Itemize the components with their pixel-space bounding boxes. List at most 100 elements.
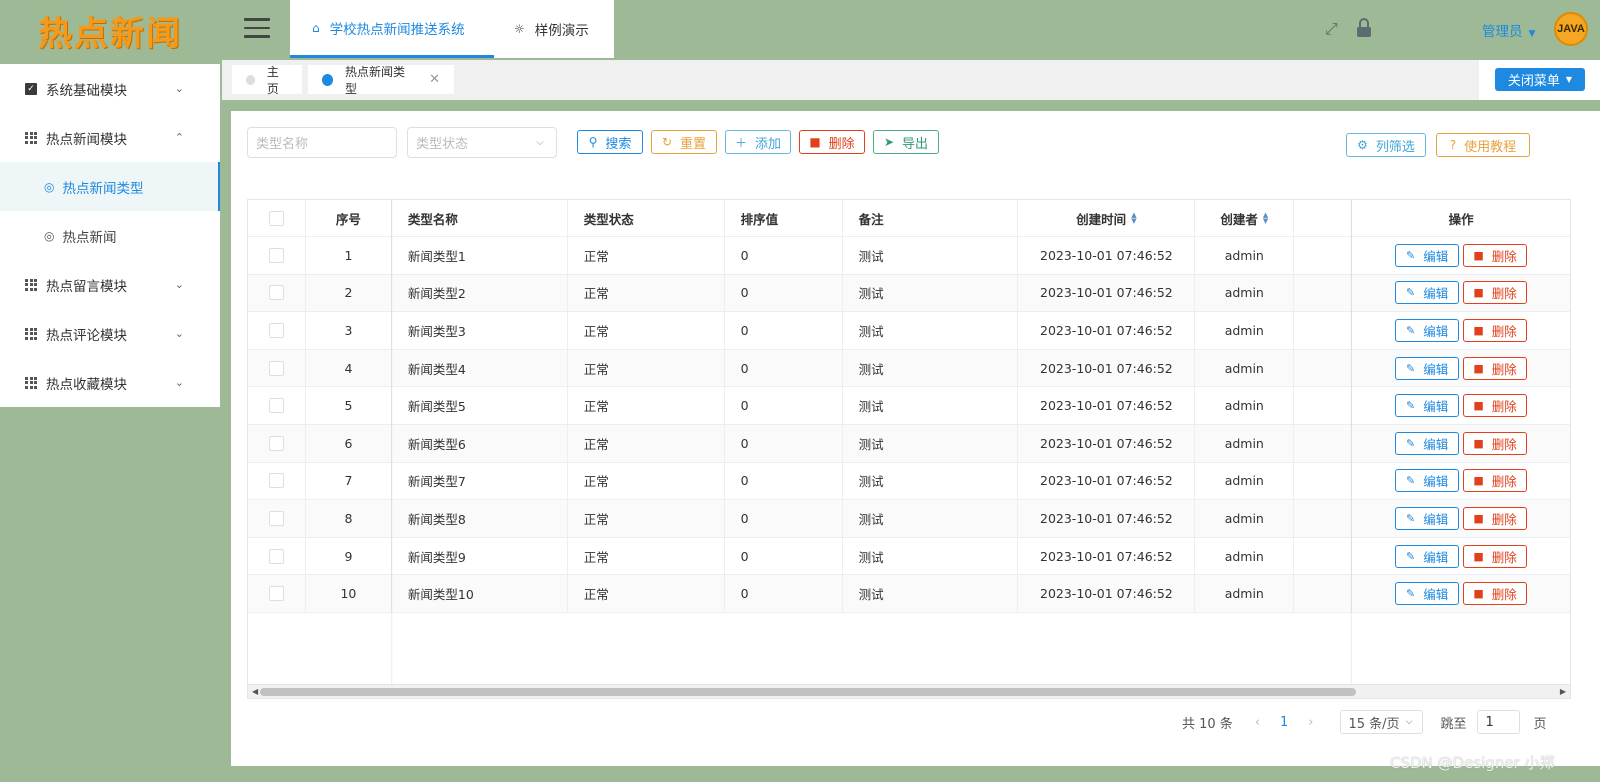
cell-spacer	[1294, 237, 1353, 274]
row-delete-button[interactable]: ■ 删除	[1463, 469, 1528, 493]
edit-button[interactable]: ✎ 编辑	[1395, 281, 1460, 305]
row-delete-button[interactable]: ■ 删除	[1463, 431, 1528, 455]
search-button[interactable]: ⚲ 搜索	[577, 130, 643, 154]
export-button[interactable]: ➤ 导出	[873, 130, 939, 154]
row-delete-button[interactable]: ■ 删除	[1463, 394, 1528, 418]
grid-icon	[24, 327, 38, 341]
tab-demo[interactable]: ☼ 样例演示	[494, 0, 614, 58]
edit-button[interactable]: ✎ 编辑	[1395, 394, 1460, 418]
row-delete-button[interactable]: ■ 删除	[1463, 582, 1528, 606]
edit-button[interactable]: ✎ 编辑	[1395, 582, 1460, 606]
edit-button[interactable]: ✎ 编辑	[1395, 431, 1460, 455]
select-all-checkbox[interactable]	[268, 210, 284, 226]
avatar-text: JAVA	[1557, 23, 1585, 35]
col-index: 序号	[306, 200, 392, 236]
edit-icon: ✎	[1405, 361, 1416, 375]
type-name-input[interactable]: 类型名称	[247, 127, 397, 158]
cell-type-name: 新闻类型7	[392, 462, 568, 500]
chevron-down-icon: ⌵	[1405, 717, 1413, 727]
hamburger-menu-icon[interactable]	[244, 18, 270, 38]
chevron-down-icon: ⌄	[174, 376, 184, 389]
trash-icon: ■	[1473, 399, 1484, 413]
tag-bar: 主页 热点新闻类型 ✕	[222, 60, 1600, 100]
jump-page-value: 1	[1485, 714, 1494, 730]
page-size-select[interactable]: 15 条/页 ⌵	[1339, 710, 1423, 734]
edit-button[interactable]: ✎ 编辑	[1395, 469, 1460, 493]
user-menu[interactable]: 管理员 ▼	[1482, 20, 1535, 40]
sidebar-subitem-news[interactable]: ◎ 热点新闻	[0, 211, 220, 260]
row-delete-button[interactable]: ■ 删除	[1463, 506, 1528, 530]
tutorial-button[interactable]: ? 使用教程	[1436, 133, 1530, 157]
scroll-left-icon[interactable]: ◀	[252, 685, 258, 699]
row-checkbox-cell	[248, 237, 306, 274]
lock-icon[interactable]	[1356, 18, 1372, 38]
cell-index: 6	[306, 424, 392, 462]
cell-spacer	[1294, 462, 1353, 500]
grid-icon	[24, 131, 38, 145]
pagination: 共 10 条 ‹ 1 › 15 条/页 ⌵ 跳至 1 页	[1182, 710, 1547, 734]
sidebar-item-favorite-module[interactable]: 热点收藏模块 ⌄	[0, 358, 220, 407]
row-checkbox[interactable]	[268, 435, 284, 451]
sidebar-item-comment-module[interactable]: 热点评论模块 ⌄	[0, 309, 220, 358]
fullscreen-icon[interactable]: ⤢	[1325, 19, 1343, 38]
type-status-select[interactable]: 类型状态 ⌵	[407, 127, 557, 158]
row-checkbox[interactable]	[268, 247, 284, 263]
cell-creator: admin	[1195, 387, 1295, 424]
row-checkbox-cell	[248, 575, 306, 612]
delete-button[interactable]: ■ 删除	[799, 130, 865, 154]
row-checkbox[interactable]	[268, 398, 284, 414]
next-page-icon[interactable]: ›	[1308, 715, 1313, 730]
type-status-placeholder: 类型状态	[416, 137, 469, 152]
sidebar-subitem-news-type[interactable]: ◎ 热点新闻类型	[0, 162, 220, 211]
scroll-right-icon[interactable]: ▶	[1560, 685, 1566, 699]
horizontal-scrollbar[interactable]: ◀ ▶	[248, 684, 1570, 698]
col-type-name: 类型名称	[392, 200, 568, 236]
row-checkbox[interactable]	[268, 285, 284, 301]
chevron-down-icon: ⌄	[174, 82, 184, 95]
row-checkbox-cell	[248, 424, 306, 462]
sort-icon[interactable]: ▲ ▼	[1263, 212, 1268, 225]
row-checkbox[interactable]	[268, 548, 284, 564]
row-delete-button[interactable]: ■ 删除	[1463, 281, 1528, 305]
tag-news-type[interactable]: 热点新闻类型 ✕	[308, 65, 454, 96]
reset-button[interactable]: ↻ 重置	[651, 130, 717, 154]
row-delete-button[interactable]: ■ 删除	[1463, 243, 1528, 267]
trash-icon: ■	[1473, 248, 1484, 262]
jump-page-input[interactable]: 1	[1476, 710, 1520, 734]
col-creator[interactable]: 创建者 ▲ ▼	[1195, 200, 1295, 236]
row-checkbox[interactable]	[268, 473, 284, 489]
dot-icon	[246, 74, 255, 85]
edit-button[interactable]: ✎ 编辑	[1395, 356, 1460, 380]
scrollbar-thumb[interactable]	[260, 688, 1356, 696]
edit-button[interactable]: ✎ 编辑	[1395, 506, 1460, 530]
edit-button-label: 编辑	[1423, 361, 1449, 377]
edit-button[interactable]: ✎ 编辑	[1395, 318, 1460, 342]
row-checkbox[interactable]	[268, 510, 284, 526]
page-number-current[interactable]: 1	[1280, 715, 1288, 730]
col-actions: 操作	[1448, 211, 1474, 227]
row-checkbox[interactable]	[268, 586, 284, 602]
prev-page-icon[interactable]: ‹	[1255, 715, 1260, 730]
row-delete-button[interactable]: ■ 删除	[1463, 318, 1528, 342]
sort-icon[interactable]: ▲ ▼	[1131, 212, 1136, 225]
edit-button[interactable]: ✎ 编辑	[1395, 544, 1460, 568]
sidebar-item-system-base[interactable]: ✓ 系统基础模块 ⌄	[0, 64, 220, 113]
avatar[interactable]: JAVA	[1554, 12, 1588, 46]
tab-news-system[interactable]: ⌂ 学校热点新闻推送系统	[290, 0, 494, 58]
row-delete-button[interactable]: ■ 删除	[1463, 356, 1528, 380]
col-created-time[interactable]: 创建时间 ▲ ▼	[1018, 200, 1196, 236]
add-button[interactable]: ＋ 添加	[725, 130, 791, 154]
row-delete-button[interactable]: ■ 删除	[1463, 544, 1528, 568]
close-icon[interactable]: ✕	[429, 72, 440, 87]
caret-down-icon: ▼	[1528, 29, 1536, 39]
sidebar-item-message-module[interactable]: 热点留言模块 ⌄	[0, 260, 220, 309]
row-checkbox[interactable]	[268, 322, 284, 338]
column-filter-button[interactable]: ⚙ 列筛选	[1346, 133, 1426, 157]
edit-button[interactable]: ✎ 编辑	[1395, 243, 1460, 267]
cell-note: 测试	[843, 424, 1019, 462]
tag-home[interactable]: 主页	[232, 65, 302, 96]
row-checkbox[interactable]	[268, 360, 284, 376]
sidebar-item-news-module[interactable]: 热点新闻模块 ⌃	[0, 113, 220, 162]
close-menu-button[interactable]: 关闭菜单 ▼	[1495, 68, 1585, 91]
cell-spacer	[1294, 500, 1353, 537]
